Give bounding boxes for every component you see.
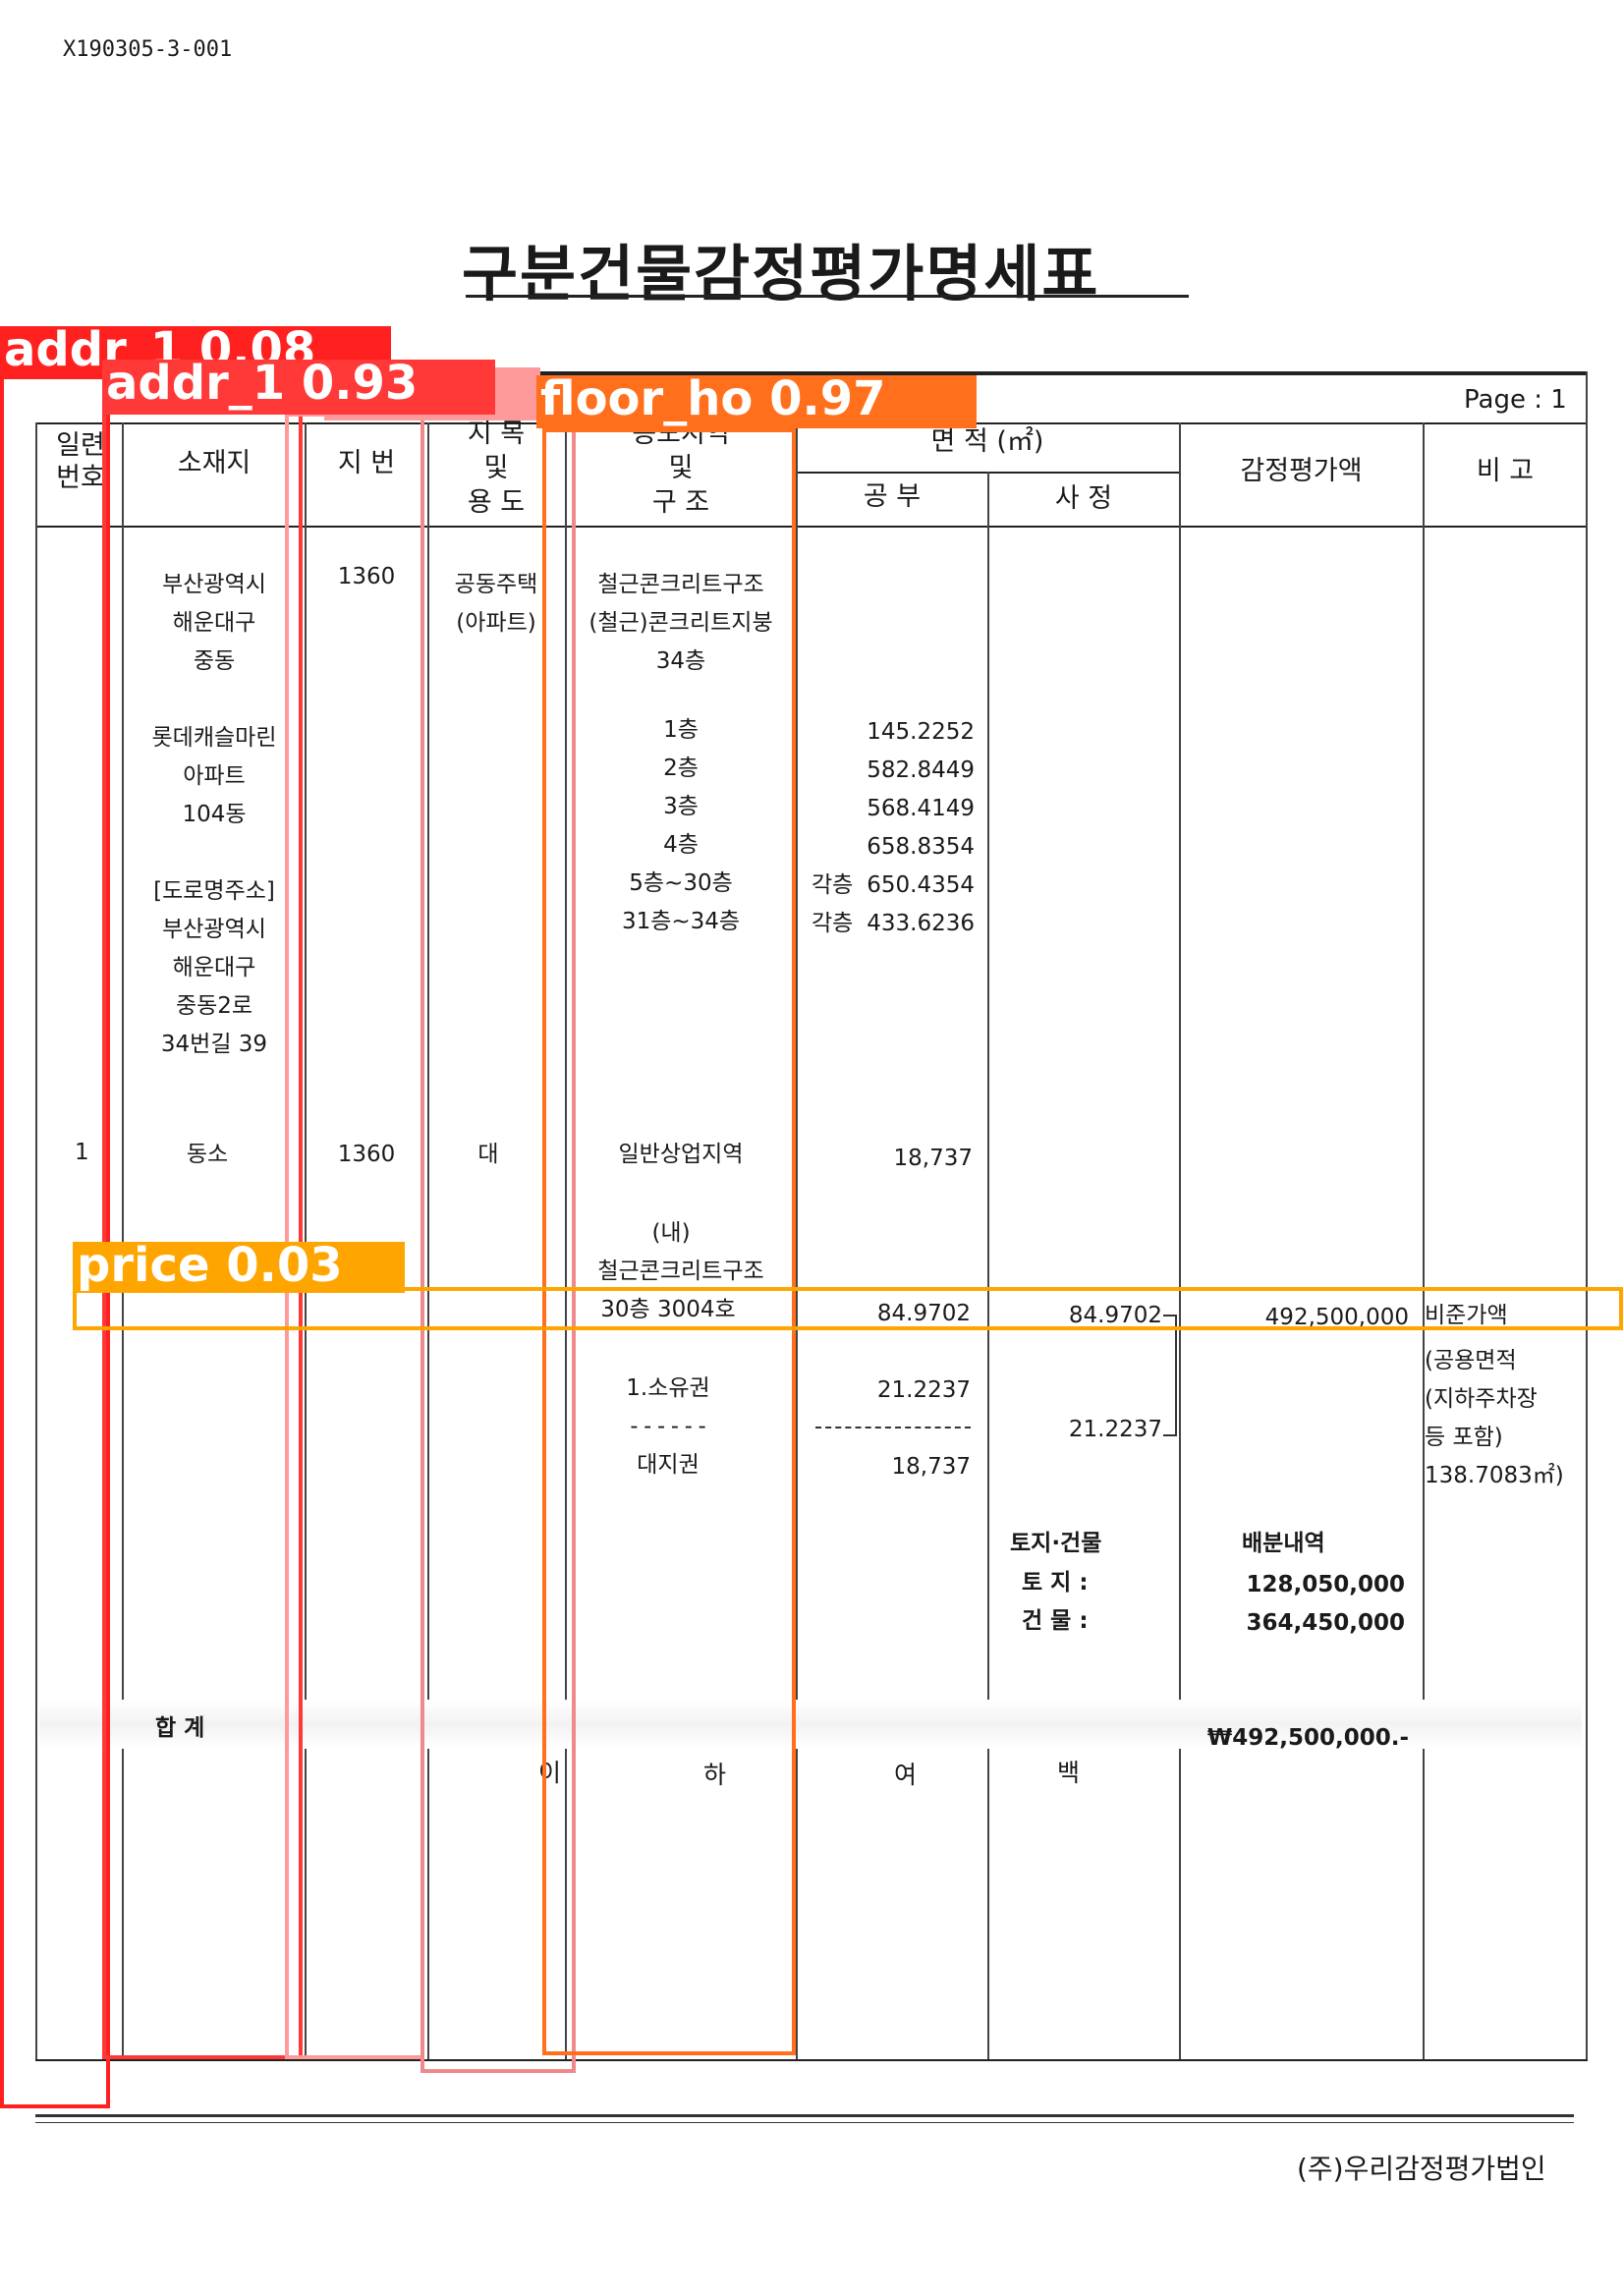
table-bottom-line xyxy=(35,2059,1588,2061)
document-id: X190305-3-001 xyxy=(63,37,233,62)
floor-area: 145.2252 xyxy=(867,719,975,745)
company-name: (주)우리감정평가법인 xyxy=(1297,2153,1546,2185)
total-value: ₩492,500,000.- xyxy=(1206,1725,1409,1751)
floor-area: 650.4354 xyxy=(867,872,975,898)
col-border-5 xyxy=(796,422,798,2059)
header-area: 면 적 (㎡) xyxy=(930,426,1044,457)
detection-box-aux-1 xyxy=(285,413,424,2059)
page-title: 구분건물감정평가명세표 xyxy=(462,238,1100,309)
allocation-title-left: 토지·건물 xyxy=(1010,1531,1102,1556)
floor-area: 582.8449 xyxy=(867,757,975,783)
floor-area: 568.4149 xyxy=(867,796,975,821)
remark-line: 등 포함) xyxy=(1425,1425,1503,1450)
col-border-9 xyxy=(1586,371,1588,2059)
unit-bracket xyxy=(1163,1315,1177,1436)
detection-label-floor-ho: floor_ho 0.97 xyxy=(536,375,977,428)
floor-area: 658.8354 xyxy=(867,834,975,860)
detection-box-price xyxy=(73,1287,1623,1330)
floor-area: 433.6236 xyxy=(867,911,975,936)
col-border-8 xyxy=(1423,422,1425,2059)
remark-line: 138.7083㎡) xyxy=(1425,1463,1564,1488)
land-area: 18,737 xyxy=(893,1146,973,1171)
land-right-area: 18,737 xyxy=(891,1454,971,1480)
remark-line: (공용면적 xyxy=(1425,1348,1517,1373)
header-remark: 비 고 xyxy=(1476,456,1535,486)
allocation-land-value: 128,050,000 xyxy=(1246,1572,1405,1597)
allocation-building-value: 364,450,000 xyxy=(1246,1610,1405,1636)
title-underline xyxy=(466,295,1189,298)
detection-box-floor-ho xyxy=(542,428,796,2055)
allocation-title-right: 배분내역 xyxy=(1242,1531,1325,1556)
footer-line-thin xyxy=(35,2122,1574,2123)
blank-mark: 백 xyxy=(1057,1759,1081,1787)
detection-box-addr xyxy=(102,399,303,2059)
col-border-7 xyxy=(1179,422,1181,2059)
blank-mark: 여 xyxy=(894,1761,918,1789)
header-appraised-value: 감정평가액 xyxy=(1240,456,1363,486)
ownership-area: 21.2237 xyxy=(876,1377,971,1403)
header-area-assessed: 사 정 xyxy=(1054,483,1113,514)
footer-line xyxy=(35,2114,1574,2117)
header-area-public: 공 부 xyxy=(863,481,922,512)
land-right-assessed: 21.2237 xyxy=(1068,1417,1162,1442)
unit-remark-detail: (공용면적 (지하주차장 등 포함) 138.7083㎡) xyxy=(1425,1342,1564,1495)
remark-line: (지하주차장 xyxy=(1425,1386,1538,1412)
fraction-line xyxy=(815,1427,971,1428)
page-number: Page : 1 xyxy=(1464,385,1567,415)
allocation-land-label: 토 지 : xyxy=(1022,1570,1089,1596)
detection-label-addr: addr_1 0.93 xyxy=(102,360,495,415)
detection-label-price: price 0.03 xyxy=(73,1242,405,1293)
allocation-building-label: 건 물 : xyxy=(1022,1608,1089,1634)
col-border-6 xyxy=(987,472,989,2059)
